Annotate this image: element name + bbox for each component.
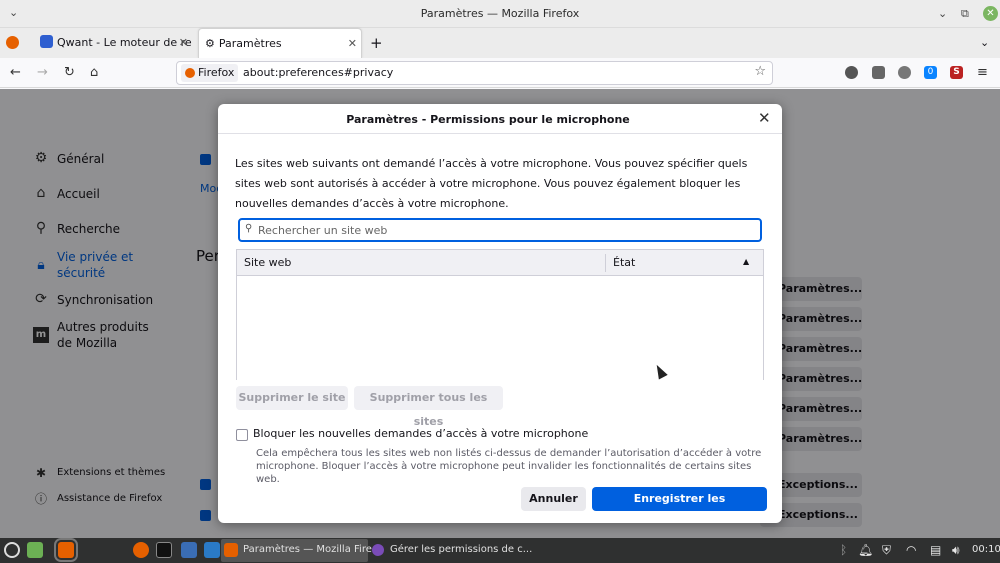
files-icon[interactable]	[181, 542, 197, 558]
bluetooth-icon[interactable]: ᛒ	[840, 543, 847, 557]
text-editor-icon[interactable]	[204, 542, 220, 558]
tab-label: Qwant - Le moteur de reche	[57, 36, 192, 49]
tab-qwant[interactable]: Qwant - Le moteur de reche✕	[34, 28, 192, 58]
minimize-icon[interactable]: ⌄	[938, 7, 947, 20]
search-input[interactable]	[258, 222, 748, 238]
taskbar-window-label[interactable]: Paramètres — Mozilla Fire...	[243, 544, 381, 555]
new-tab-plus-icon[interactable]: +	[370, 28, 383, 58]
sites-table: Site web État ▲	[236, 249, 764, 380]
dialog-title: Paramètres - Permissions pour le microph…	[346, 113, 630, 126]
close-icon[interactable]: ✕	[758, 110, 771, 126]
extension-s-icon[interactable]: S	[950, 66, 963, 79]
tab-close-icon[interactable]: ✕	[348, 29, 357, 58]
wifi-icon[interactable]: ◠	[906, 543, 916, 557]
identity-label: Firefox	[198, 66, 235, 79]
firefox-icon	[224, 543, 238, 557]
reload-icon[interactable]: ↻	[64, 65, 75, 80]
window-close-button[interactable]: ✕	[983, 6, 998, 21]
extension-badge-icon[interactable]: 0	[924, 66, 937, 79]
cancel-button[interactable]: Annuler	[521, 487, 586, 511]
block-new-requests-help: Cela empêchera tous les sites web non li…	[256, 448, 762, 485]
mint-menu-icon[interactable]	[4, 542, 20, 558]
firefox-view-button[interactable]	[6, 28, 26, 58]
pocket-icon[interactable]	[845, 66, 858, 79]
window-title: Paramètres — Mozilla Firefox	[420, 7, 580, 20]
firefox-launcher-icon[interactable]	[54, 538, 78, 562]
ublock-icon[interactable]	[872, 66, 885, 79]
block-new-requests-checkbox[interactable]	[236, 429, 248, 441]
qwant-icon	[40, 35, 53, 48]
dialog-header: Paramètres - Permissions pour le microph…	[218, 104, 782, 134]
tab-label: Paramètres	[218, 37, 282, 50]
tab-parametres[interactable]: ⚙ Paramètres ✕	[198, 28, 362, 58]
app-icon	[372, 544, 384, 556]
save-changes-button[interactable]: Enregistrer les modifications	[592, 487, 767, 523]
search-field[interactable]: ⚲	[238, 218, 762, 242]
dialog-description: Les sites web suivants ont demandé l’acc…	[235, 157, 748, 210]
column-separator	[605, 254, 606, 272]
menu-hamburger-icon[interactable]: ≡	[977, 65, 988, 80]
home-icon[interactable]: ⌂	[90, 65, 98, 80]
url-bar[interactable]: Firefox about:preferences#privacy ☆	[176, 61, 773, 85]
taskbar: Paramètres — Mozilla Fire... Gérer les p…	[0, 538, 1000, 563]
extension-icon[interactable]	[898, 66, 911, 79]
terminal-icon[interactable]	[156, 542, 172, 558]
column-header-status[interactable]: État	[613, 256, 635, 269]
firefox-icon[interactable]	[133, 542, 149, 558]
identity-box[interactable]: Firefox	[181, 64, 239, 82]
gear-icon: ⚙	[205, 37, 215, 50]
bookmark-star-icon[interactable]: ☆	[754, 64, 766, 79]
volume-icon[interactable]: 🔊︎	[952, 543, 960, 558]
sort-ascending-icon: ▲	[743, 257, 750, 266]
search-icon: ⚲	[245, 223, 253, 234]
notifications-bell-icon[interactable]: 🔔︎	[858, 543, 873, 557]
tab-bar: Qwant - Le moteur de reche✕ ⚙Paramètres✕…	[0, 28, 1000, 58]
shield-icon[interactable]: ⛨	[882, 543, 891, 558]
block-new-requests-label[interactable]: Bloquer les nouvelles demandes d’accès à…	[253, 427, 588, 440]
microphone-permissions-dialog: Paramètres - Permissions pour le microph…	[218, 104, 782, 523]
back-arrow-icon[interactable]: ←	[10, 65, 21, 80]
forward-arrow-icon[interactable]: →	[37, 65, 48, 80]
show-desktop-icon[interactable]	[27, 542, 43, 558]
clipboard-icon[interactable]: ▤	[930, 543, 941, 557]
remove-site-button[interactable]: Supprimer le site	[236, 386, 348, 410]
table-header: Site web État ▲	[237, 250, 763, 276]
tab-close-icon[interactable]: ✕	[179, 28, 188, 58]
maximize-icon[interactable]: ⧉	[961, 7, 969, 21]
navigation-bar: ← → ↻ ⌂ Firefox about:preferences#privac…	[0, 58, 1000, 88]
list-tabs-chevron-icon[interactable]: ⌄	[980, 28, 989, 58]
remove-all-sites-button[interactable]: Supprimer tous les sites	[354, 386, 503, 428]
clock[interactable]: 00:10	[972, 544, 1000, 555]
url-text[interactable]: about:preferences#privacy	[243, 66, 393, 79]
column-header-site[interactable]: Site web	[244, 256, 291, 269]
window-titlebar: ⌄ Paramètres — Mozilla Firefox ⌄ ⧉ ✕	[0, 0, 1000, 28]
taskbar-window-label[interactable]: Gérer les permissions de c...	[390, 544, 532, 555]
